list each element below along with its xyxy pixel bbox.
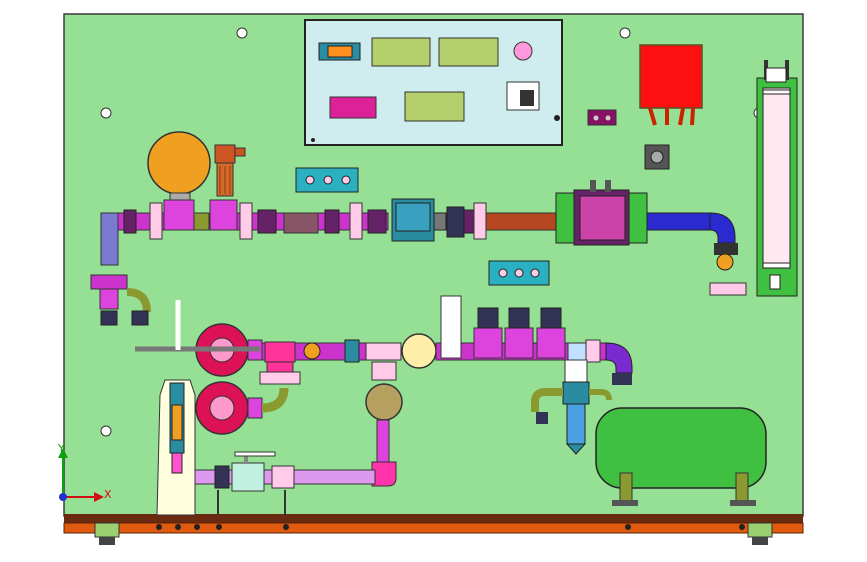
- panel-display-1: [371, 37, 431, 67]
- axis-x-label: X: [104, 488, 112, 501]
- panel-display-2: [438, 37, 499, 67]
- terminal-block: [587, 109, 617, 126]
- control-panel: [304, 19, 563, 146]
- water-tank: [156, 379, 196, 516]
- panel-display-3: [404, 91, 465, 122]
- level-gauge: [756, 60, 798, 297]
- axis-y-label: Y: [57, 442, 65, 455]
- panel-indicator-lamp: [513, 41, 533, 61]
- connector-block-middle: [488, 260, 550, 286]
- equipment-schematic: X Y: [57, 13, 804, 545]
- base-rail: [63, 522, 804, 534]
- pressure-switch: [644, 144, 670, 170]
- panel-magenta-button: [329, 96, 377, 119]
- connector-block-upper: [295, 167, 359, 193]
